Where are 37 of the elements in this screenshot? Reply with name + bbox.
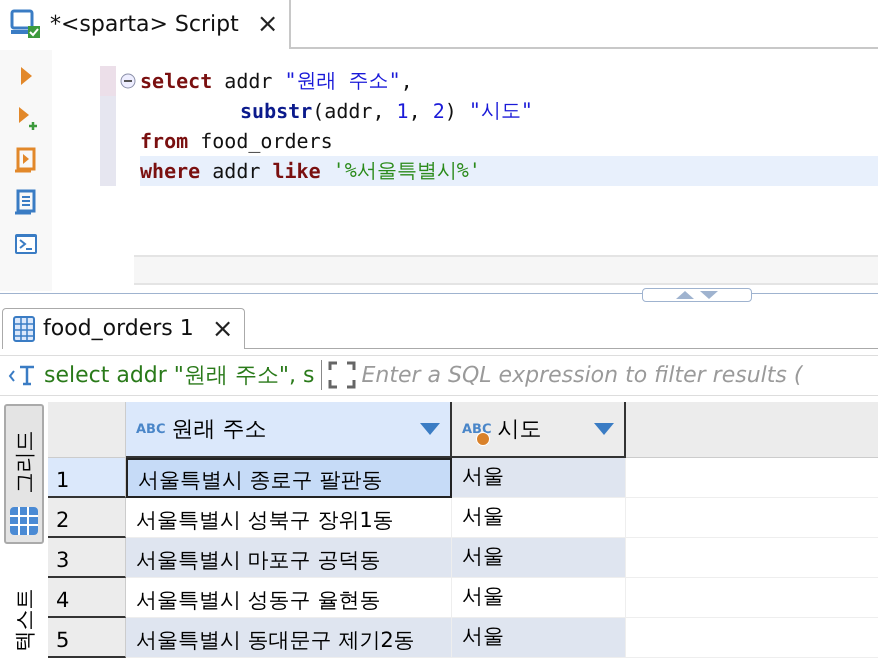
table-cell: 서울특별시 성북구 장위1동 [126, 498, 452, 538]
grid-icon [9, 506, 39, 536]
script-tab-title: *<sparta> Script [50, 12, 239, 37]
table-cell: 서울 [452, 498, 626, 538]
code-line: from food_orders [140, 128, 334, 155]
result-tab[interactable]: food_orders 1 × [2, 308, 245, 349]
table-cell: 서울특별시 성동구 율현동 [126, 578, 452, 618]
row-number[interactable]: 3 [48, 538, 126, 578]
row-number[interactable]: 4 [48, 578, 126, 618]
horizontal-scrollbar[interactable] [134, 254, 878, 285]
sort-caret-icon[interactable] [594, 423, 614, 436]
active-query-text: select addr "원래 주소", s [44, 360, 322, 390]
fold-icon[interactable] [120, 72, 136, 89]
table-cell: 서울특별시 동대문구 제기2동 [126, 618, 452, 658]
splitter-handle[interactable] [642, 288, 752, 302]
view-tab[interactable]: 텍스트 [4, 556, 44, 666]
table-cell: 서울 [452, 458, 626, 498]
column-header[interactable]: ABC 원래 주소 [126, 402, 452, 458]
code-line: select addr "원래 주소", [140, 67, 414, 95]
table-cell: 서울특별시 종로구 팔판동 [126, 458, 452, 498]
result-tab-title: food_orders 1 [43, 316, 194, 342]
column-header[interactable]: ABC 시도 [452, 402, 626, 458]
row-number[interactable]: 5 [48, 618, 126, 658]
table-cell: 서울특별시 마포구 공덕동 [126, 538, 452, 578]
view-tab[interactable]: 그리드 [4, 404, 44, 544]
expand-icon[interactable] [328, 361, 356, 390]
row-number[interactable]: 1 [48, 458, 126, 498]
table-cell: 서울 [452, 618, 626, 658]
code-line: substr(addr, 1, 2) "시도" [239, 97, 534, 125]
grid-icon [13, 316, 35, 342]
row-number[interactable]: 2 [48, 498, 126, 538]
script-file-icon [10, 8, 42, 40]
sort-caret-icon[interactable] [420, 423, 440, 436]
close-icon[interactable]: × [212, 316, 234, 342]
table-cell: 서울 [452, 578, 626, 618]
table-cell: 서울 [452, 538, 626, 578]
close-icon[interactable]: × [256, 11, 279, 38]
